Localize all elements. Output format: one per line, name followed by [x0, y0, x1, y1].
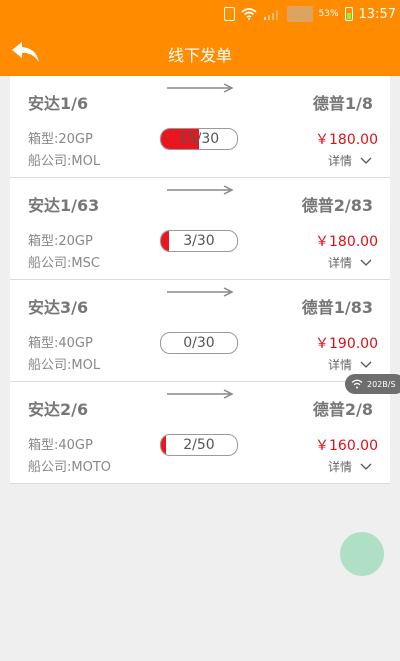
detail-label: 详情 [327, 154, 352, 168]
chevron-down-icon [360, 463, 372, 470]
detail-label: 详情 [327, 358, 352, 372]
order-card[interactable]: 安达1/6 德普1/8 箱型:20GP 船公司:MOL 15/30 ￥180.0… [10, 76, 390, 178]
progress-bar: 3/30 [160, 230, 238, 252]
box-type: 箱型:20GP [28, 234, 93, 249]
status-icons: 53% 13:57 [223, 5, 396, 23]
price: ￥180.00 [315, 234, 378, 250]
chevron-down-icon [360, 157, 372, 164]
clock: 13:57 [358, 6, 396, 22]
progress-text: 3/30 [183, 233, 215, 249]
origin-port: 安达2/6 [28, 400, 89, 419]
progress-bar: 15/30 [160, 128, 238, 150]
detail-label: 详情 [327, 256, 352, 270]
network-speed-text: 202B/S [367, 379, 396, 389]
detail-label: 详情 [327, 460, 352, 474]
progress-text: 15/30 [178, 131, 220, 147]
price: ￥160.00 [315, 438, 378, 454]
floating-action-button[interactable] [340, 532, 384, 576]
price: ￥190.00 [315, 336, 378, 352]
notification-thumbnail-icon [286, 6, 313, 22]
detail-button[interactable]: 详情 [328, 356, 372, 373]
destination-port: 德普1/8 [312, 94, 373, 113]
destination-port: 德普2/83 [301, 196, 373, 215]
battery-icon [344, 7, 353, 21]
shipping-company: 船公司:MOTO [28, 460, 112, 475]
order-list: 安达1/6 德普1/8 箱型:20GP 船公司:MOL 15/30 ￥180.0… [10, 76, 390, 484]
page-title: 线下发单 [167, 46, 232, 65]
chevron-down-icon [360, 259, 372, 266]
origin-port: 安达3/6 [28, 298, 89, 317]
progress-bar: 2/50 [160, 434, 238, 456]
signal-icon [263, 10, 278, 20]
order-card[interactable]: 安达1/63 德普2/83 箱型:20GP 船公司:MSC 3/30 ￥180.… [10, 178, 390, 280]
origin-port: 安达1/63 [28, 196, 100, 215]
route-arrow-icon [167, 185, 234, 195]
progress-text: 2/50 [183, 437, 215, 453]
app-header: 线下发单 [0, 28, 400, 76]
destination-port: 德普1/83 [301, 298, 373, 317]
shipping-company: 船公司:MSC [28, 256, 100, 271]
box-type: 箱型:20GP [28, 132, 93, 147]
route-arrow-icon [167, 287, 234, 297]
sim-card-icon [223, 7, 235, 21]
wifi-icon [351, 379, 363, 389]
detail-button[interactable]: 详情 [328, 254, 372, 271]
battery-percent: 53% [318, 9, 339, 19]
order-card[interactable]: 安达3/6 德普1/83 箱型:40GP 船公司:MOL 0/30 ￥190.0… [10, 280, 390, 382]
box-type: 箱型:40GP [28, 438, 93, 453]
progress-text: 0/30 [183, 335, 215, 351]
origin-port: 安达1/6 [28, 94, 89, 113]
network-speed-badge: 202B/S [345, 374, 400, 394]
price: ￥180.00 [315, 132, 378, 148]
route-arrow-icon [167, 83, 234, 93]
route-arrow-icon [167, 389, 234, 399]
status-bar: 53% 13:57 [0, 0, 400, 28]
box-type: 箱型:40GP [28, 336, 93, 351]
chevron-down-icon [360, 361, 372, 368]
detail-button[interactable]: 详情 [328, 152, 372, 169]
detail-button[interactable]: 详情 [328, 458, 372, 475]
order-card[interactable]: 安达2/6 德普2/8 箱型:40GP 船公司:MOTO 2/50 ￥160.0… [10, 382, 390, 484]
progress-bar: 0/30 [160, 332, 238, 354]
shipping-company: 船公司:MOL [28, 358, 101, 373]
destination-port: 德普2/8 [312, 400, 373, 419]
wifi-icon [240, 8, 257, 20]
shipping-company: 船公司:MOL [28, 154, 101, 169]
